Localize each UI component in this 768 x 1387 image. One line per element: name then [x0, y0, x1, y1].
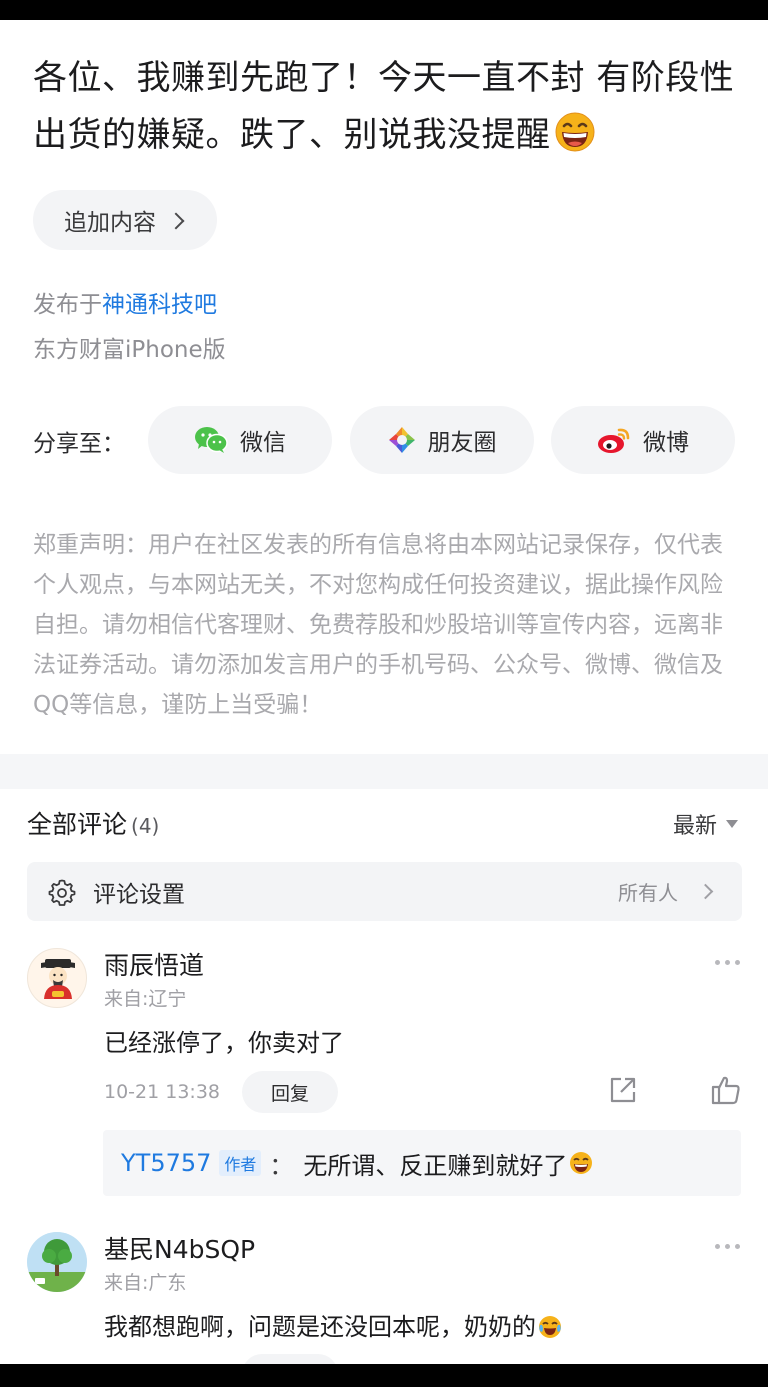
post-title: 各位、我赚到先跑了！今天一直不封 有阶段性出货的嫌疑。跌了、别说我没提醒	[33, 50, 743, 164]
bottom-bar	[0, 1364, 768, 1387]
share-wechat-label: 微信	[240, 430, 286, 456]
forum-link[interactable]: 神通科技吧	[102, 292, 217, 318]
sort-label: 最新	[672, 814, 717, 839]
commenter-location: 来自:广东	[104, 1272, 187, 1294]
comment-settings-label: 评论设置	[93, 881, 185, 908]
disclaimer-text: 郑重声明：用户在社区发表的所有信息将由本网站记录保存，仅代表个人观点，与本网站无…	[33, 532, 723, 718]
share-moments-button[interactable]: 朋友圈	[350, 406, 534, 474]
comment-text-content: 我都想跑啊，问题是还没回本呢，奶奶的	[104, 1313, 536, 1341]
reply-text: 无所谓、反正赚到就好了	[303, 1151, 568, 1180]
append-content-button[interactable]: 追加内容	[33, 190, 217, 250]
append-content-label: 追加内容	[64, 210, 156, 236]
chevron-right-icon	[167, 212, 185, 229]
comments-count: (4)	[131, 814, 160, 838]
comment-text: 我都想跑啊，问题是还没回本呢，奶奶的	[104, 1307, 562, 1342]
comments-heading: 全部评论 (4)	[27, 805, 159, 841]
reply-author-name[interactable]: YT5757	[121, 1149, 211, 1177]
gear-icon	[48, 879, 76, 906]
wechat-icon	[195, 427, 228, 453]
grinning-face-emoji-icon	[555, 112, 594, 152]
section-divider	[0, 754, 768, 789]
post-title-text: 各位、我赚到先跑了！今天一直不封 有阶段性出货的嫌疑。跌了、别说我没提醒	[33, 58, 735, 155]
commenter-name[interactable]: 雨辰悟道	[104, 946, 204, 982]
thumbs-up-icon[interactable]	[711, 1075, 741, 1105]
moments-icon	[388, 427, 415, 453]
reply-button[interactable]: 回复	[242, 1071, 338, 1113]
chevron-right-icon	[697, 883, 714, 900]
laughing-face-emoji-icon	[570, 1152, 593, 1174]
crying-laughing-emoji-icon	[539, 1316, 561, 1338]
avatar[interactable]	[27, 948, 87, 1008]
comment-settings-row[interactable]: 评论设置 所有人	[27, 862, 742, 921]
publish-prefix: 发布于	[33, 292, 102, 318]
more-options-button[interactable]	[715, 1244, 740, 1249]
comment-settings-value: 所有人	[618, 881, 678, 905]
status-bar	[0, 0, 768, 20]
comment-time: 10-21 13:38	[104, 1081, 221, 1103]
reply-preview[interactable]: YT5757 作者 ： 无所谓、反正赚到就好了	[103, 1130, 741, 1196]
share-out-icon[interactable]	[609, 1076, 637, 1104]
reply-colon: ：	[269, 1151, 294, 1180]
tree-landscape-avatar-icon	[27, 1232, 87, 1292]
commenter-name[interactable]: 基民N4bSQP	[104, 1230, 255, 1266]
weibo-icon	[598, 428, 630, 453]
author-badge: 作者	[219, 1150, 262, 1176]
share-weibo-button[interactable]: 微博	[551, 406, 735, 474]
publish-info: 发布于神通科技吧	[33, 285, 217, 319]
share-moments-label: 朋友圈	[427, 430, 497, 456]
commenter-location: 来自:辽宁	[104, 988, 187, 1010]
reply-label: 回复	[270, 1082, 309, 1105]
share-wechat-button[interactable]: 微信	[148, 406, 332, 474]
share-label: 分享至：	[33, 431, 125, 457]
god-of-wealth-avatar-icon	[41, 959, 75, 999]
share-weibo-label: 微博	[643, 430, 689, 456]
more-options-button[interactable]	[715, 960, 740, 965]
sort-dropdown[interactable]: 最新	[673, 808, 738, 840]
caret-down-icon	[726, 820, 738, 828]
comment-text: 已经涨停了，你卖对了	[104, 1029, 344, 1057]
avatar[interactable]	[27, 1232, 87, 1292]
comments-title: 全部评论	[27, 810, 128, 839]
client-info: 东方财富iPhone版	[33, 337, 226, 363]
